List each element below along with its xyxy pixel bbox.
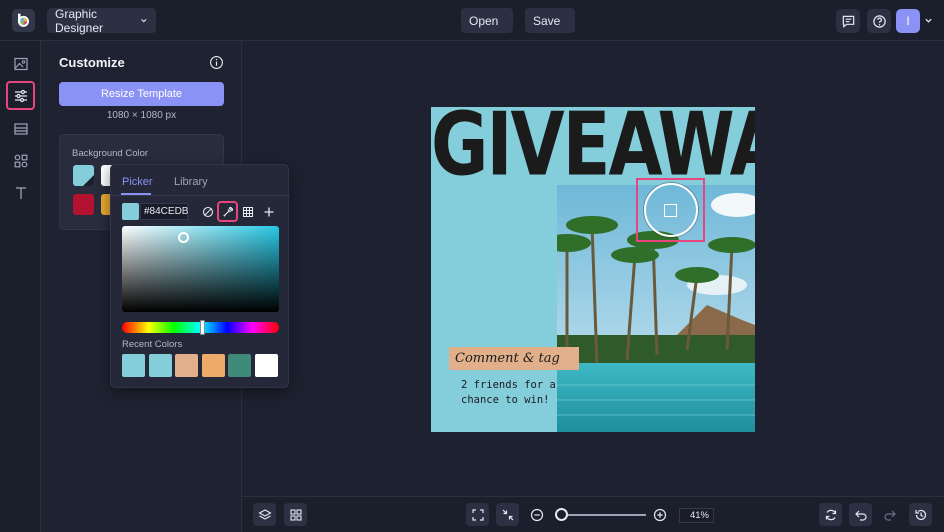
body-text[interactable]: 2 friends for a chance to win! <box>461 378 571 408</box>
hex-input[interactable]: #84CEDB <box>140 203 188 220</box>
eyedropper-icon <box>222 206 233 217</box>
swatch-corner-icon <box>83 175 94 186</box>
body-text-line-1: 2 friends for a <box>461 379 556 391</box>
color-picker-popover: Picker Library #84CEDB Recent Colors <box>110 164 290 388</box>
bottom-toolbar: 41% <box>242 496 944 532</box>
role-selector-dropdown[interactable]: Graphic Designer <box>47 6 156 35</box>
recent-color-swatch[interactable] <box>228 354 251 377</box>
text-icon <box>15 186 26 199</box>
artboard[interactable]: GIVEAWAY Comment & tag 2 friends for a c… <box>431 107 755 432</box>
grid-view-button[interactable] <box>284 503 307 526</box>
no-color-button[interactable] <box>199 203 216 220</box>
no-color-icon <box>202 206 213 217</box>
panel-title: Customize <box>59 55 125 70</box>
current-color-swatch <box>122 203 139 220</box>
open-label: Open <box>469 13 499 28</box>
undo-icon <box>854 510 867 521</box>
zoom-out-icon <box>530 508 544 522</box>
bg-swatch-red[interactable] <box>73 194 94 215</box>
template-dimensions: 1080 × 1080 px <box>106 110 177 121</box>
recent-color-swatch[interactable] <box>149 354 172 377</box>
chevron-down-icon <box>566 20 567 21</box>
fit-icon <box>471 508 484 521</box>
logo-icon <box>17 13 30 27</box>
rail-item-customize[interactable] <box>6 81 35 110</box>
body-text-line-2: chance to win! <box>461 394 550 406</box>
zoom-slider-handle[interactable] <box>555 508 568 521</box>
recent-color-swatch[interactable] <box>122 354 145 377</box>
top-bar: Graphic Designer Open Save I <box>0 0 944 41</box>
shrink-button[interactable] <box>496 503 519 526</box>
rail-item-image[interactable] <box>8 51 33 76</box>
chevron-down-icon <box>141 18 147 23</box>
hue-handle[interactable] <box>200 320 205 335</box>
resize-template-button[interactable]: Resize Template <box>59 82 224 106</box>
app-logo[interactable] <box>12 9 35 32</box>
tab-divider <box>111 195 290 196</box>
info-icon[interactable] <box>209 55 224 70</box>
rail-item-text[interactable] <box>8 180 33 205</box>
bg-swatch-current[interactable] <box>73 165 94 186</box>
help-button[interactable] <box>867 9 891 33</box>
save-label: Save <box>533 13 561 28</box>
save-button[interactable]: Save <box>525 8 575 33</box>
shrink-icon <box>502 509 513 520</box>
tab-picker[interactable]: Picker <box>122 176 153 188</box>
layers-icon <box>257 508 272 520</box>
zoom-in-icon <box>653 508 667 522</box>
headline-text[interactable]: GIVEAWAY <box>431 107 755 196</box>
undo-button[interactable] <box>849 503 872 526</box>
open-button[interactable]: Open <box>461 8 513 33</box>
image-icon <box>13 57 28 70</box>
help-icon <box>872 14 886 28</box>
layout-icon <box>13 122 28 135</box>
zoom-out-button[interactable] <box>527 505 547 525</box>
recent-colors-label: Recent Colors <box>122 339 183 350</box>
grid-icon <box>242 206 253 217</box>
tool-rail <box>0 41 41 532</box>
tag-text[interactable]: Comment & tag <box>449 347 579 370</box>
swatch-grid-button[interactable] <box>239 203 256 220</box>
background-color-label: Background Color <box>72 148 149 159</box>
layers-button[interactable] <box>253 503 276 526</box>
fit-screen-button[interactable] <box>466 503 489 526</box>
eyedropper-button[interactable] <box>217 201 238 222</box>
zoom-slider-track[interactable] <box>556 514 646 516</box>
redo-button[interactable] <box>880 505 900 525</box>
elements-icon <box>14 154 27 167</box>
zoom-in-button[interactable] <box>650 505 670 525</box>
recent-color-swatch[interactable] <box>255 354 278 377</box>
chevron-down-icon <box>504 20 505 21</box>
zoom-level[interactable]: 41% <box>679 508 714 523</box>
comment-icon <box>842 15 854 28</box>
redo-icon <box>884 510 896 521</box>
history-icon <box>914 509 926 520</box>
sync-icon <box>825 509 836 520</box>
plus-icon <box>264 207 273 216</box>
comments-button[interactable] <box>836 9 860 33</box>
rail-item-elements[interactable] <box>8 148 33 173</box>
chevron-down-icon[interactable] <box>924 16 933 25</box>
sync-button[interactable] <box>819 503 842 526</box>
rail-item-layout[interactable] <box>8 116 33 141</box>
user-avatar[interactable]: I <box>896 9 920 33</box>
role-selector-label: Graphic Designer <box>55 6 104 35</box>
history-button[interactable] <box>909 503 932 526</box>
recent-color-swatch[interactable] <box>175 354 198 377</box>
eyedropper-target <box>664 204 677 217</box>
recent-color-swatch[interactable] <box>202 354 225 377</box>
tab-library[interactable]: Library <box>174 176 208 188</box>
saturation-value-area[interactable] <box>122 226 279 312</box>
saturation-handle[interactable] <box>178 232 189 243</box>
grid-view-icon <box>289 508 302 521</box>
add-color-button[interactable] <box>260 203 277 220</box>
sliders-icon <box>14 89 27 102</box>
